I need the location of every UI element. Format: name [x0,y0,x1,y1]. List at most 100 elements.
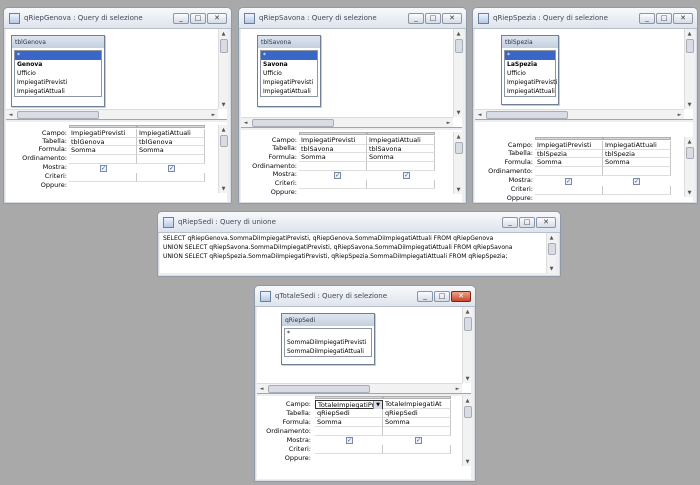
field-item[interactable]: ImpiegatiPrevisti [505,78,557,87]
window-qriepsavona[interactable]: qRiepSavona : Query di selezione _ □ ✕ t… [238,7,467,204]
mostra-checkbox[interactable]: ✓ [346,437,353,444]
chevron-down-icon[interactable]: ▼ [373,401,382,409]
field-list-tblgenova[interactable]: tblGenova * Genova Ufficio ImpiegatiPrev… [11,35,105,107]
cell-ordinamento[interactable] [315,427,383,436]
column-selector[interactable] [69,125,137,128]
cell-ordinamento[interactable] [383,427,451,436]
scroll-thumb[interactable] [455,39,463,53]
scroll-down-icon[interactable]: ▼ [685,100,694,109]
cell-tabella[interactable]: tblGenova [69,138,137,146]
horizontal-scrollbar[interactable]: ◄ ► [475,109,684,119]
cell-criteri[interactable] [299,180,367,189]
scroll-thumb[interactable] [268,385,370,393]
cell-campo[interactable]: ImpiegatiPrevisti [535,141,603,150]
maximize-button[interactable]: □ [434,290,450,302]
cell-criteri[interactable] [315,445,383,454]
title-bar[interactable]: qRiepSpezia : Query di selezione _ □ ✕ [473,8,697,29]
scroll-left-icon[interactable]: ◄ [6,110,15,119]
scroll-down-icon[interactable]: ▼ [463,374,472,383]
scroll-left-icon[interactable]: ◄ [241,118,250,127]
cell-tabella[interactable]: tblSpezia [535,150,603,158]
scroll-up-icon[interactable]: ▲ [454,29,463,38]
vertical-scrollbar[interactable]: ▲ ▼ [684,137,694,197]
field-item[interactable]: ImpiegatiPrevisti [15,78,101,87]
minimize-button[interactable]: _ [502,216,518,228]
cell-formula[interactable]: Somma [69,146,137,155]
cell-campo[interactable]: ImpiegatiPrevisti [299,136,367,145]
minimize-button[interactable]: _ [639,12,655,24]
cell-campo[interactable]: ImpiegatiPrevisti [69,129,137,138]
field-item[interactable]: Savona [261,60,317,69]
field-item[interactable]: * [285,329,371,338]
cell-campo[interactable]: ImpiegatiAttuali [603,141,671,150]
cell-tabella[interactable]: tblSpezia [603,150,671,158]
field-item[interactable]: * [15,51,101,60]
scroll-down-icon[interactable]: ▼ [685,188,694,197]
scroll-down-icon[interactable]: ▼ [547,264,556,273]
cell-formula[interactable]: Somma [603,158,671,167]
cell-campo[interactable]: TotaleImpiegatiAt [383,400,451,409]
window-qriepgenova[interactable]: qRiepGenova : Query di selezione _ □ ✕ t… [3,7,232,204]
mostra-checkbox[interactable]: ✓ [100,165,107,172]
scroll-up-icon[interactable]: ▲ [463,307,472,316]
field-item[interactable]: Genova [15,60,101,69]
sql-editor[interactable]: SELECT qRiepGenova.SommaDiImpiegatiPrevi… [160,233,556,273]
field-item[interactable]: SommaDiImpiegatiAttuali [285,347,371,356]
scroll-up-icon[interactable]: ▲ [219,29,228,38]
field-item[interactable]: * [261,51,317,60]
scroll-down-icon[interactable]: ▼ [463,457,472,466]
cell-ordinamento[interactable] [299,162,367,171]
cell-tabella[interactable]: qRiepSedi [383,409,451,418]
minimize-button[interactable]: _ [408,12,424,24]
scroll-right-icon[interactable]: ► [453,384,462,393]
scroll-up-icon[interactable]: ▲ [219,125,228,134]
scroll-thumb[interactable] [252,119,334,127]
field-list-tblspezia[interactable]: tblSpezia * LaSpezia Ufficio ImpiegatiPr… [501,35,559,105]
scroll-up-icon[interactable]: ▲ [685,29,694,38]
cell-ordinamento[interactable] [367,162,435,171]
scroll-thumb[interactable] [686,147,694,159]
vertical-scrollbar[interactable]: ▲ ▼ [546,233,556,273]
cell-campo[interactable]: ImpiegatiAttuali [137,129,205,138]
column-selector[interactable] [383,396,451,399]
horizontal-scrollbar[interactable]: ◄ ► [6,109,218,119]
field-list-tblsavona[interactable]: tblSavona * Savona Ufficio ImpiegatiPrev… [257,35,321,107]
title-bar[interactable]: qRiepSavona : Query di selezione _ □ ✕ [239,8,466,29]
mostra-checkbox[interactable]: ✓ [168,165,175,172]
vertical-scrollbar[interactable]: ▲ ▼ [218,29,228,109]
scroll-thumb[interactable] [455,142,463,154]
mostra-checkbox[interactable]: ✓ [565,178,572,185]
vertical-scrollbar[interactable]: ▲ ▼ [453,132,463,194]
column-selector[interactable] [137,125,205,128]
mostra-checkbox[interactable]: ✓ [633,178,640,185]
field-item[interactable]: Ufficio [261,69,317,78]
minimize-button[interactable]: _ [173,12,189,24]
field-item[interactable]: ImpiegatiPrevisti [261,78,317,87]
cell-formula[interactable]: Somma [137,146,205,155]
scroll-thumb[interactable] [220,39,228,53]
field-item[interactable]: Ufficio [15,69,101,78]
scroll-thumb[interactable] [548,243,556,255]
cell-formula[interactable]: Somma [535,158,603,167]
cell-tabella[interactable]: tblGenova [137,138,205,146]
cell-criteri[interactable] [383,445,451,454]
vertical-scrollbar[interactable]: ▲ ▼ [684,29,694,109]
cell-formula[interactable]: Somma [367,153,435,162]
cell-ordinamento[interactable] [69,155,137,164]
column-selector[interactable] [299,132,367,135]
cell-criteri[interactable] [69,173,137,182]
vertical-scrollbar[interactable]: ▲ ▼ [462,307,472,383]
mostra-checkbox[interactable]: ✓ [334,172,341,179]
scroll-right-icon[interactable]: ► [675,110,684,119]
horizontal-scrollbar[interactable]: ◄ ► [241,117,453,127]
column-selector[interactable] [315,396,383,399]
field-item[interactable]: ImpiegatiAttuali [505,87,555,96]
cell-criteri[interactable] [603,186,671,195]
horizontal-scrollbar[interactable]: ◄ ► [257,383,462,393]
scroll-up-icon[interactable]: ▲ [454,132,463,141]
field-item[interactable]: SommaDiImpiegatiPrevisti [285,338,371,347]
scroll-thumb[interactable] [220,135,228,147]
close-button[interactable]: ✕ [207,12,227,24]
field-item[interactable]: Ufficio [505,69,555,78]
scroll-right-icon[interactable]: ► [209,110,218,119]
